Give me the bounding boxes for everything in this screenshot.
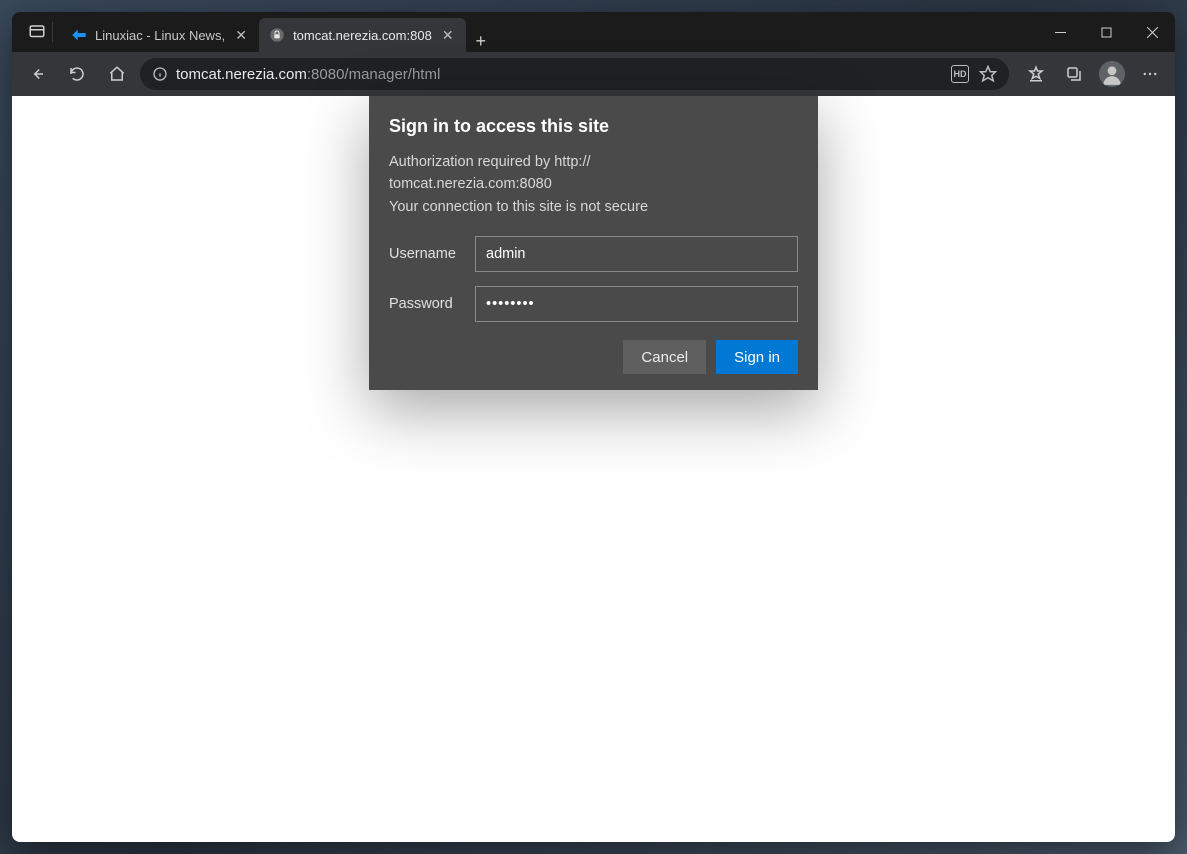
page-viewport: Sign in to access this site Authorizatio… bbox=[12, 96, 1175, 842]
dialog-buttons: Cancel Sign in bbox=[389, 340, 798, 374]
tab-tomcat[interactable]: tomcat.nerezia.com:808 ✕ bbox=[259, 18, 466, 52]
home-button[interactable] bbox=[100, 57, 134, 91]
window-controls bbox=[1037, 12, 1175, 52]
auth-desc-line: tomcat.nerezia.com:8080 bbox=[389, 176, 552, 192]
tab-strip: Linuxiac - Linux News, ✕ tomcat.nerezia.… bbox=[61, 12, 496, 52]
close-icon[interactable]: ✕ bbox=[233, 27, 249, 43]
back-button[interactable] bbox=[20, 57, 54, 91]
translate-icon[interactable]: HD bbox=[951, 65, 969, 83]
minimize-button[interactable] bbox=[1037, 12, 1083, 52]
menu-button[interactable] bbox=[1133, 57, 1167, 91]
browser-window: Linuxiac - Linux News, ✕ tomcat.nerezia.… bbox=[12, 12, 1175, 842]
refresh-button[interactable] bbox=[60, 57, 94, 91]
url-rest: :8080/manager/html bbox=[307, 66, 440, 83]
password-input[interactable] bbox=[475, 286, 798, 322]
addressbar-right: HD bbox=[951, 65, 997, 83]
tab-title: tomcat.nerezia.com:808 bbox=[293, 28, 432, 43]
auth-dialog: Sign in to access this site Authorizatio… bbox=[369, 96, 818, 390]
password-row: Password bbox=[389, 286, 798, 322]
new-tab-button[interactable]: + bbox=[466, 31, 496, 52]
dialog-title: Sign in to access this site bbox=[389, 116, 798, 137]
close-icon[interactable]: ✕ bbox=[440, 27, 456, 43]
url-text: tomcat.nerezia.com:8080/manager/html bbox=[176, 66, 440, 83]
favorite-icon[interactable] bbox=[979, 65, 997, 83]
tab-actions bbox=[20, 12, 61, 52]
avatar-icon bbox=[1099, 61, 1125, 87]
tab-overview-icon[interactable] bbox=[28, 23, 46, 41]
tab-linuxiac[interactable]: Linuxiac - Linux News, ✕ bbox=[61, 18, 259, 52]
maximize-button[interactable] bbox=[1083, 12, 1129, 52]
profile-button[interactable] bbox=[1095, 57, 1129, 91]
address-bar[interactable]: tomcat.nerezia.com:8080/manager/html HD bbox=[140, 58, 1009, 90]
favicon-lock-icon bbox=[269, 27, 285, 43]
auth-desc-line: Your connection to this site is not secu… bbox=[389, 199, 648, 215]
tab-title: Linuxiac - Linux News, bbox=[95, 28, 225, 43]
cancel-button[interactable]: Cancel bbox=[623, 340, 706, 374]
collections-button[interactable] bbox=[1057, 57, 1091, 91]
toolbar-right bbox=[1015, 57, 1167, 91]
titlebar: Linuxiac - Linux News, ✕ tomcat.nerezia.… bbox=[12, 12, 1175, 52]
dialog-description: Authorization required by http:// tomcat… bbox=[389, 151, 798, 218]
signin-button[interactable]: Sign in bbox=[716, 340, 798, 374]
favicon-linuxiac-icon bbox=[71, 27, 87, 43]
close-window-button[interactable] bbox=[1129, 12, 1175, 52]
password-label: Password bbox=[389, 296, 475, 312]
username-label: Username bbox=[389, 246, 475, 262]
url-host: tomcat.nerezia.com bbox=[176, 66, 307, 83]
toolbar: tomcat.nerezia.com:8080/manager/html HD bbox=[12, 52, 1175, 96]
divider bbox=[52, 22, 53, 42]
username-row: Username bbox=[389, 236, 798, 272]
favorites-list-button[interactable] bbox=[1019, 57, 1053, 91]
site-info-icon[interactable] bbox=[152, 66, 168, 82]
username-input[interactable] bbox=[475, 236, 798, 272]
auth-desc-line: Authorization required by http:// bbox=[389, 154, 591, 170]
